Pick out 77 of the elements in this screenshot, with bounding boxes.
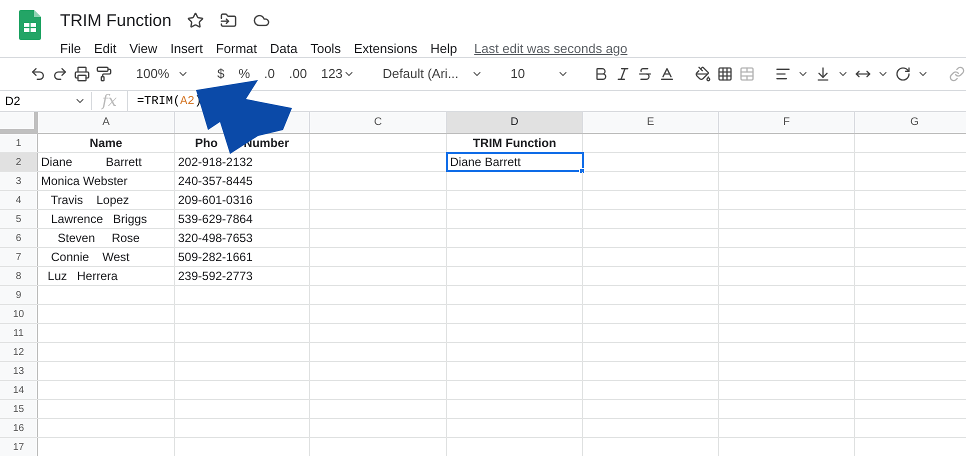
menu-item[interactable]: View [129, 38, 158, 58]
menu-item[interactable]: Format [216, 38, 257, 58]
star-icon[interactable] [187, 12, 204, 30]
table-cell-text: Pho [194, 135, 218, 152]
table-cell-text: 539-629-7864 [178, 211, 253, 228]
name-box[interactable]: D2 [0, 92, 92, 110]
column-header[interactable]: G [855, 112, 966, 133]
text-rotate-icon[interactable] [895, 66, 911, 82]
undo-icon[interactable] [30, 66, 46, 82]
zoom-dropdown[interactable]: 100% [132, 64, 194, 84]
move-folder-icon[interactable] [220, 12, 238, 30]
row-header[interactable]: 8 [0, 267, 38, 285]
menu-item[interactable]: File [60, 38, 81, 58]
row-header[interactable]: 5 [0, 210, 38, 228]
strikethrough-icon[interactable] [637, 66, 653, 82]
table-cell-text: Monica Webster [41, 173, 128, 190]
redo-icon[interactable] [52, 66, 68, 82]
table-cell-text: 320-498-7653 [178, 230, 253, 247]
column-header[interactable]: F [719, 112, 855, 133]
font-size-dropdown[interactable]: 10 [506, 64, 573, 84]
table-cell-text: Diane Barrett [450, 154, 521, 171]
table-cell-text: Luz Herrera [46, 268, 118, 285]
table-cell-text: Steven Rose [56, 230, 140, 247]
menu-item[interactable]: Insert [170, 38, 203, 58]
row-header[interactable]: 1 [0, 134, 38, 152]
row-header[interactable]: 9 [0, 286, 38, 304]
menu-item[interactable]: Data [270, 38, 298, 58]
row-header[interactable]: 13 [0, 362, 38, 380]
menu-item[interactable]: Tools [310, 38, 341, 58]
table-cell-text: TRIM Function [472, 135, 556, 152]
table-cell-text: Name [90, 135, 122, 152]
number-format-dropdown[interactable]: 123 [316, 64, 359, 84]
increase-decimal-button[interactable]: .00 [284, 64, 311, 84]
fill-handle[interactable] [579, 168, 585, 174]
menu-item[interactable]: Edit [94, 38, 116, 58]
row-header[interactable]: 16 [0, 419, 38, 437]
row-header[interactable]: 10 [0, 305, 38, 323]
row-header[interactable]: 15 [0, 400, 38, 418]
menu-item[interactable]: Help [430, 38, 458, 58]
row-header[interactable]: 2 [0, 153, 38, 171]
row-header[interactable]: 17 [0, 438, 38, 456]
currency-button[interactable]: $ [213, 64, 228, 84]
text-color-icon[interactable] [659, 66, 675, 82]
table-cell-text: 509-282-1661 [178, 249, 253, 266]
font-dropdown[interactable]: Default (Ari... [378, 64, 487, 84]
borders-icon[interactable] [717, 66, 733, 82]
last-edit-link[interactable]: Last edit was seconds ago [474, 38, 628, 58]
table-cell-text: 239-592-2773 [178, 268, 253, 285]
row-header[interactable]: 12 [0, 343, 38, 361]
menu-item[interactable]: Extensions [354, 38, 418, 58]
table-cell-text: Lawrence Briggs [50, 211, 148, 228]
paint-format-icon[interactable] [96, 66, 112, 82]
row-header[interactable]: 11 [0, 324, 38, 342]
row-header[interactable]: 7 [0, 248, 38, 266]
table-cell-text: 202-918-2132 [178, 154, 253, 171]
row-header[interactable]: 3 [0, 172, 38, 190]
sheets-logo-icon[interactable] [19, 10, 41, 40]
percent-button[interactable]: % [234, 64, 254, 84]
table-cell-text: 240-357-8445 [178, 173, 253, 190]
table-cell-text: Travis Lopez [50, 192, 130, 209]
italic-icon[interactable] [615, 66, 631, 82]
row-header[interactable]: 4 [0, 191, 38, 209]
row-header[interactable]: 14 [0, 381, 38, 399]
table-cell-text: Connie West [50, 249, 130, 266]
row-header[interactable]: 6 [0, 229, 38, 247]
print-icon[interactable] [74, 66, 90, 82]
fill-color-icon[interactable] [695, 66, 711, 82]
decrease-decimal-button[interactable]: .0 [260, 64, 279, 84]
align-left-icon[interactable] [775, 66, 791, 82]
fx-label: fx [92, 91, 128, 111]
column-header[interactable]: D [447, 112, 583, 133]
vertical-align-icon[interactable] [815, 66, 831, 82]
column-header[interactable]: E [583, 112, 719, 133]
table-cell-text: 209-601-0316 [178, 192, 253, 209]
document-title[interactable]: TRIM Function [60, 8, 172, 34]
table-cell-text: Diane Barrett [41, 154, 142, 171]
column-header[interactable]: A [38, 112, 175, 133]
